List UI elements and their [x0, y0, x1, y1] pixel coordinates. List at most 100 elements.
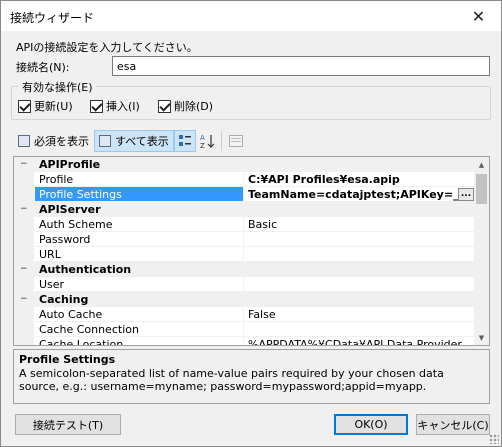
property-name[interactable]: Auto Cache [35, 307, 244, 322]
test-connection-button[interactable]: 接続テスト(T) [15, 414, 121, 435]
categorized-button[interactable] [173, 130, 196, 152]
category-name: APIServer [39, 203, 101, 216]
category-name: APIProfile [39, 158, 101, 171]
description-text: A semicolon-separated list of name-value… [19, 367, 444, 393]
description-panel: Profile Settings A semicolon-separated l… [13, 349, 490, 404]
scroll-thumb[interactable] [476, 174, 487, 204]
property-name[interactable]: Cache Connection [35, 322, 244, 337]
property-name[interactable]: Auth Scheme [35, 217, 244, 232]
update-checkbox[interactable]: 更新(U) [18, 98, 73, 114]
svg-text:A: A [200, 134, 205, 142]
intro-text: APIの接続設定を入力してください。 [16, 41, 198, 54]
property-value[interactable]: False [244, 307, 476, 322]
categorized-icon [178, 135, 191, 146]
property-name[interactable]: Cache Location [35, 337, 244, 345]
list-icon [18, 135, 30, 147]
category-name: Authentication [39, 263, 132, 276]
show-all-button[interactable]: すべて表示 [94, 130, 174, 152]
property-name[interactable]: User [35, 277, 244, 292]
insert-checkbox[interactable]: 挿入(I) [90, 98, 140, 114]
property-value-text: False [248, 308, 276, 321]
grid-property-row[interactable]: Cache Connection [14, 322, 476, 337]
property-grid-scrollbar[interactable]: ▲ ▼ [474, 157, 489, 345]
alphabetical-sort-icon: A Z [200, 134, 215, 149]
row-gutter [14, 247, 34, 262]
row-gutter [14, 337, 34, 345]
show-required-label: 必須を表示 [34, 135, 89, 148]
checkbox-checked-icon [158, 99, 171, 113]
collapse-icon[interactable]: − [20, 205, 29, 214]
collapse-icon[interactable]: − [20, 295, 29, 304]
collapse-icon[interactable]: − [20, 265, 29, 274]
property-value-text: C:¥API Profiles¥esa.apip [248, 173, 400, 186]
property-value[interactable] [244, 322, 476, 337]
ok-button[interactable]: OK(O) [334, 414, 408, 435]
svg-text:Z: Z [200, 142, 205, 149]
grid-category-row[interactable]: − APIProfile [14, 157, 476, 172]
description-title: Profile Settings [19, 353, 116, 366]
property-value[interactable]: %APPDATA%¥CData¥API Data Provider [244, 337, 476, 345]
grid-property-row[interactable]: Auth Scheme Basic [14, 217, 476, 232]
show-required-button[interactable]: 必須を表示 [13, 130, 94, 152]
list-icon [99, 135, 111, 147]
insert-checkbox-label: 挿入(I) [106, 100, 140, 113]
property-value-text: Basic [248, 218, 278, 231]
property-name[interactable]: URL [35, 247, 244, 262]
property-pages-button[interactable] [225, 130, 247, 152]
property-toolbar: 必須を表示 すべて表示 A Z [13, 129, 247, 153]
delete-checkbox[interactable]: 削除(D) [158, 98, 213, 114]
property-value-text: TeamName=cdatajptest;APIKey=_gt [248, 188, 472, 201]
close-button[interactable]: ✕ [456, 1, 501, 31]
delete-checkbox-label: 削除(D) [174, 100, 214, 113]
operations-legend: 有効な操作(E) [19, 79, 96, 95]
ellipsis-button[interactable]: ... [458, 188, 474, 201]
row-gutter [14, 277, 34, 292]
property-grid-rows: − APIProfile Profile C:¥API Profiles¥esa.ap… [14, 157, 476, 345]
update-checkbox-label: 更新(U) [34, 100, 73, 113]
property-name[interactable]: Password [35, 232, 244, 247]
property-value[interactable]: TeamName=cdatajptest;APIKey=_gt... [244, 187, 476, 202]
row-gutter [14, 172, 34, 187]
grid-property-row[interactable]: URL [14, 247, 476, 262]
cancel-button[interactable]: キャンセル(C) [416, 414, 490, 435]
grid-property-row[interactable]: Cache Location %APPDATA%¥CData¥API Data P… [14, 337, 476, 345]
connection-wizard-window: 接続ウィザード ✕ APIの接続設定を入力してください。 接続名(N): 有効な… [0, 0, 502, 447]
grid-property-row[interactable]: Profile C:¥API Profiles¥esa.apip [14, 172, 476, 187]
row-gutter [14, 307, 34, 322]
grid-property-row[interactable]: Auto Cache False [14, 307, 476, 322]
property-name[interactable]: Profile [35, 172, 244, 187]
property-grid[interactable]: − APIProfile Profile C:¥API Profiles¥esa.ap… [13, 156, 490, 346]
toolbar-separator [220, 131, 222, 151]
property-pages-icon [228, 135, 243, 147]
title-bar: 接続ウィザード ✕ [1, 1, 501, 31]
row-gutter [14, 187, 34, 202]
property-value[interactable] [244, 247, 476, 262]
checkbox-checked-icon [90, 99, 103, 113]
scroll-down-arrow-icon[interactable]: ▼ [474, 330, 489, 345]
checkbox-checked-icon [18, 99, 31, 113]
grid-property-row[interactable]: Profile Settings TeamName=cdatajptest;API… [14, 187, 476, 202]
grid-category-row[interactable]: − APIServer [14, 202, 476, 217]
category-name: Caching [39, 293, 89, 306]
grid-property-row[interactable]: Password [14, 232, 476, 247]
grid-category-row[interactable]: − Caching [14, 292, 476, 307]
collapse-icon[interactable]: − [20, 160, 29, 169]
property-value[interactable]: Basic [244, 217, 476, 232]
property-value[interactable] [244, 232, 476, 247]
show-all-label: すべて表示 [115, 135, 169, 148]
property-value-text: %APPDATA%¥CData¥API Data Provider [248, 338, 462, 345]
property-name[interactable]: Profile Settings [35, 187, 244, 202]
alphabetical-button[interactable]: A Z [196, 130, 218, 152]
row-gutter [14, 232, 34, 247]
property-value[interactable]: C:¥API Profiles¥esa.apip [244, 172, 476, 187]
connection-name-label: 接続名(N): [16, 61, 70, 74]
grid-property-row[interactable]: User [14, 277, 476, 292]
resize-grip-icon[interactable] [489, 434, 499, 444]
grid-category-row[interactable]: − Authentication [14, 262, 476, 277]
property-value[interactable] [244, 277, 476, 292]
scroll-up-arrow-icon[interactable]: ▲ [474, 157, 489, 172]
row-gutter [14, 217, 34, 232]
row-gutter [14, 322, 34, 337]
close-icon: ✕ [471, 6, 486, 26]
connection-name-input[interactable] [112, 56, 490, 76]
